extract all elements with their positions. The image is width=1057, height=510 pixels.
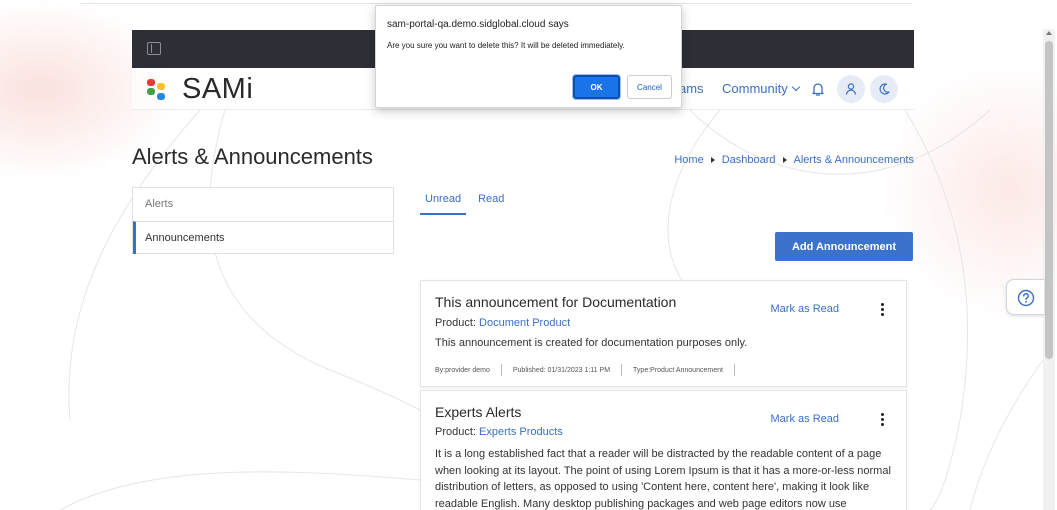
nav-teams-link[interactable]: ams (679, 81, 704, 96)
product-prefix: Product: (435, 426, 476, 438)
side-menu-item-alerts[interactable]: Alerts (133, 188, 393, 221)
meta-divider (621, 364, 623, 376)
tab-read[interactable]: Read (473, 193, 509, 215)
read-status-tabs: Unread Read (420, 193, 516, 215)
side-menu: Alerts Announcements (132, 187, 394, 254)
tab-unread[interactable]: Unread (420, 193, 467, 215)
announcement-title: Experts Alerts (435, 404, 522, 420)
mark-as-read-button[interactable]: Mark as Read (771, 303, 839, 315)
logo-text[interactable]: SAMi (182, 73, 253, 106)
sidebar-toggle-icon[interactable] (147, 42, 161, 55)
meta-type: Type:Product Announcement (633, 366, 723, 374)
announcement-card: Experts Alerts Product: Experts Products… (420, 390, 907, 510)
dialog-cancel-button[interactable]: Cancel (627, 75, 672, 99)
help-question-icon (1017, 289, 1035, 307)
dialog-message: Are you sure you want to delete this? It… (387, 41, 625, 50)
nav-community-label: Community (722, 81, 788, 96)
product-link[interactable]: Experts Products (479, 426, 563, 438)
breadcrumb-home[interactable]: Home (674, 154, 703, 166)
breadcrumb-arrow-icon (710, 157, 715, 163)
bell-icon[interactable] (810, 81, 826, 97)
meta-published: Published: 01/31/2023 1:11 PM (512, 366, 611, 374)
chevron-down-icon (791, 82, 800, 92)
announcement-title: This announcement for Documentation (435, 294, 677, 310)
announcement-product: Product: Document Product (435, 317, 570, 329)
dialog-title: sam-portal-qa.demo.sidglobal.cloud says (387, 19, 569, 30)
dialog-ok-button[interactable]: OK (573, 75, 620, 99)
user-icon (845, 83, 857, 95)
breadcrumb-dashboard[interactable]: Dashboard (722, 154, 776, 166)
browser-top-edge (80, 0, 912, 4)
announcement-product: Product: Experts Products (435, 426, 563, 438)
more-options-icon[interactable] (881, 303, 884, 316)
meta-divider (500, 364, 502, 376)
add-announcement-button[interactable]: Add Announcement (775, 232, 913, 261)
theme-toggle-button[interactable] (870, 75, 898, 103)
scroll-up-arrow-icon[interactable] (1046, 31, 1052, 35)
announcement-description: This announcement is created for documen… (435, 337, 748, 349)
announcement-card: This announcement for Documentation Prod… (420, 280, 907, 387)
page-scrollbar[interactable] (1043, 29, 1055, 510)
help-button[interactable] (1006, 279, 1044, 315)
more-options-icon[interactable] (881, 413, 884, 426)
page-title: Alerts & Announcements (132, 144, 373, 169)
moon-icon (879, 83, 890, 95)
breadcrumb-arrow-icon (782, 157, 787, 163)
nav-community-dropdown[interactable]: Community (722, 81, 800, 96)
meta-divider (733, 364, 735, 376)
side-menu-item-announcements[interactable]: Announcements (133, 221, 393, 254)
product-prefix: Product: (435, 317, 476, 329)
mark-as-read-button[interactable]: Mark as Read (771, 413, 839, 425)
announcement-description: It is a long established fact that a rea… (435, 448, 891, 510)
breadcrumb: Home Dashboard Alerts & Announcements (674, 154, 914, 166)
user-profile-button[interactable] (837, 75, 865, 103)
sami-logo-icon (147, 79, 165, 100)
breadcrumb-current[interactable]: Alerts & Announcements (794, 154, 914, 166)
product-link[interactable]: Document Product (479, 317, 570, 329)
meta-author: By:provider demo (435, 366, 490, 374)
delete-confirm-dialog: sam-portal-qa.demo.sidglobal.cloud says … (375, 5, 682, 108)
announcement-meta: By:provider demo Published: 01/31/2023 1… (435, 364, 746, 376)
scroll-thumb[interactable] (1045, 41, 1053, 359)
